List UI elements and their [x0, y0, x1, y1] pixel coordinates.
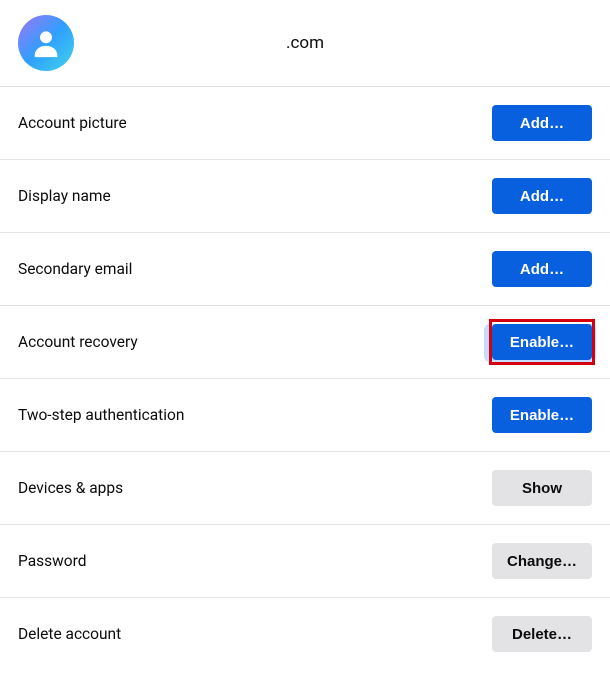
row-account-recovery: Account recovery Enable… — [0, 305, 610, 378]
add-account-picture-button[interactable]: Add… — [492, 105, 592, 141]
label-delete-account: Delete account — [18, 625, 121, 643]
row-password: Password Change… — [0, 524, 610, 597]
label-devices-apps: Devices & apps — [18, 479, 123, 497]
add-display-name-button[interactable]: Add… — [492, 178, 592, 214]
label-display-name: Display name — [18, 187, 111, 205]
account-header: .com — [0, 0, 610, 86]
delete-account-button[interactable]: Delete… — [492, 616, 592, 652]
account-email: .com — [18, 33, 592, 53]
enable-account-recovery-button[interactable]: Enable… — [492, 324, 592, 360]
row-account-picture: Account picture Add… — [0, 86, 610, 159]
label-secondary-email: Secondary email — [18, 260, 132, 278]
row-display-name: Display name Add… — [0, 159, 610, 232]
show-devices-apps-button[interactable]: Show — [492, 470, 592, 506]
row-two-step: Two-step authentication Enable… — [0, 378, 610, 451]
add-secondary-email-button[interactable]: Add… — [492, 251, 592, 287]
enable-two-step-button[interactable]: Enable… — [492, 397, 592, 433]
row-devices-apps: Devices & apps Show — [0, 451, 610, 524]
row-secondary-email: Secondary email Add… — [0, 232, 610, 305]
row-delete-account: Delete account Delete… — [0, 597, 610, 670]
label-two-step: Two-step authentication — [18, 406, 184, 424]
label-account-recovery: Account recovery — [18, 333, 138, 351]
highlight-account-recovery: Enable… — [492, 324, 592, 360]
label-account-picture: Account picture — [18, 114, 127, 132]
label-password: Password — [18, 552, 86, 570]
change-password-button[interactable]: Change… — [492, 543, 592, 579]
